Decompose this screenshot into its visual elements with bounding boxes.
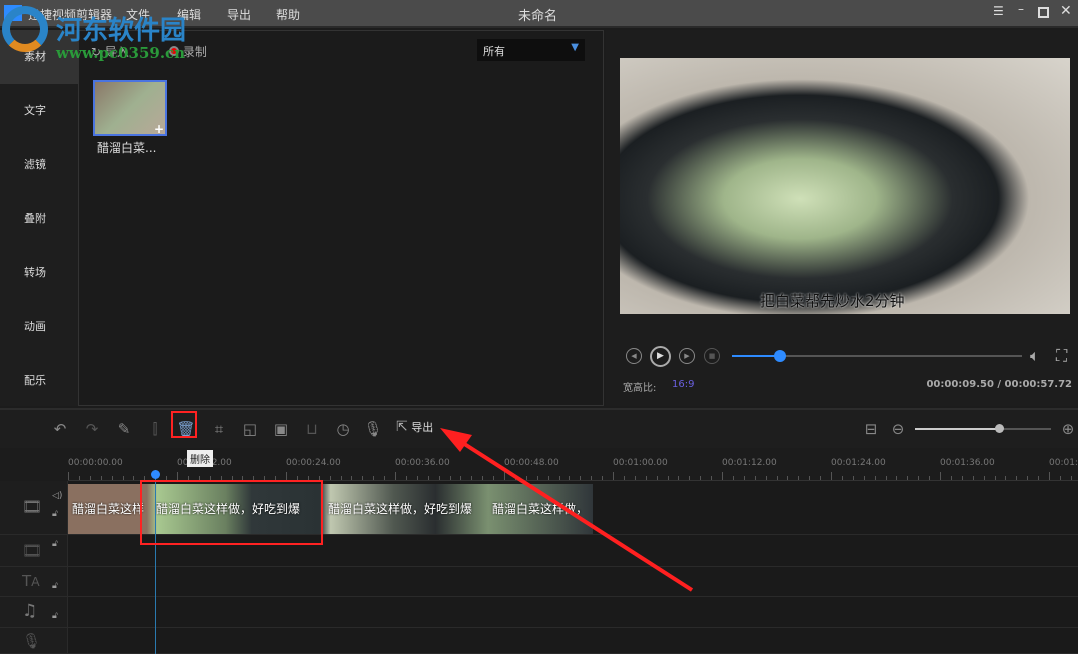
annotation-arrow	[440, 428, 694, 592]
